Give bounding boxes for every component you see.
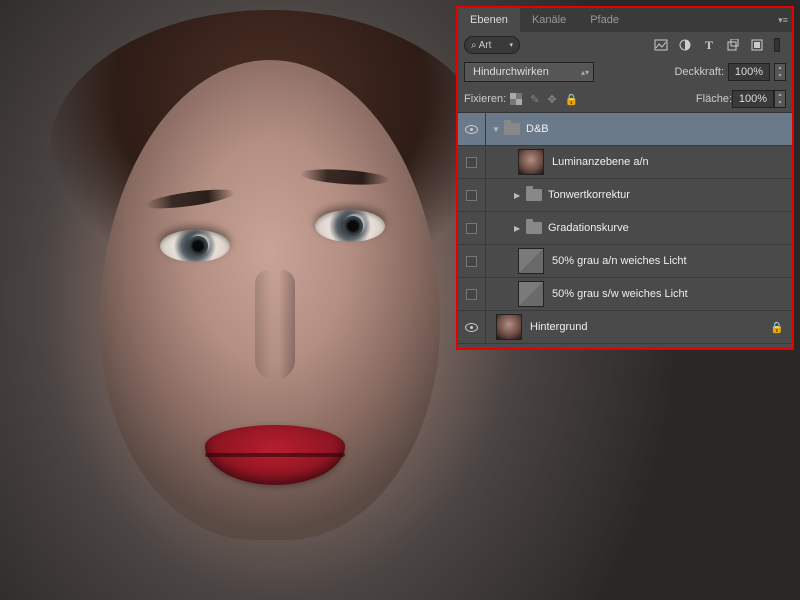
chevron-down-icon: ▾ <box>509 41 513 49</box>
layer-thumbnail[interactable] <box>518 248 544 274</box>
fill-label: Fläche: <box>696 93 732 105</box>
filter-type-text-icon[interactable]: T <box>702 38 716 52</box>
layer-row[interactable]: Hintergrund 🔒 <box>458 311 792 344</box>
blend-mode-value: Hindurchwirken <box>473 66 549 78</box>
tab-channels[interactable]: Kanäle <box>520 8 578 32</box>
visibility-checkbox <box>466 157 477 168</box>
search-icon: ⌕ <box>471 40 477 51</box>
tab-paths[interactable]: Pfade <box>578 8 631 32</box>
panel-tabs: Ebenen Kanäle Pfade ▾≡ <box>458 8 792 32</box>
layer-row[interactable]: ▶ Gradationskurve <box>458 212 792 245</box>
eye-icon <box>465 323 478 332</box>
filter-label: Art <box>479 40 492 51</box>
visibility-toggle[interactable] <box>458 146 486 178</box>
layer-name[interactable]: Hintergrund <box>530 321 587 333</box>
lock-label: Fixieren: <box>464 93 506 105</box>
tab-layers[interactable]: Ebenen <box>458 8 520 32</box>
disclosure-triangle-icon[interactable]: ▶ <box>514 191 522 200</box>
layer-name[interactable]: Tonwertkorrektur <box>548 189 630 201</box>
lock-pixels-icon[interactable]: ✎ <box>530 93 539 106</box>
layer-row[interactable]: ▼ D&B <box>458 113 792 146</box>
disclosure-triangle-icon[interactable]: ▶ <box>514 224 522 233</box>
blend-mode-dropdown[interactable]: Hindurchwirken ▴▾ <box>464 62 594 82</box>
opacity-label: Deckkraft: <box>674 66 724 78</box>
folder-icon <box>504 123 520 135</box>
layers-panel: Ebenen Kanäle Pfade ▾≡ ⌕ Art ▾ T Hindurc… <box>456 6 794 350</box>
folder-icon <box>526 222 542 234</box>
eye-icon <box>465 125 478 134</box>
portrait <box>60 40 480 580</box>
layer-name[interactable]: Luminanzebene a/n <box>552 156 649 168</box>
filter-type-icons: T <box>654 38 786 52</box>
filter-row: ⌕ Art ▾ T <box>458 32 792 58</box>
visibility-toggle[interactable] <box>458 113 486 145</box>
lock-position-icon[interactable]: ✥ <box>547 93 556 106</box>
fill-input[interactable]: 100% <box>732 90 774 108</box>
visibility-toggle[interactable] <box>458 311 486 343</box>
layer-name[interactable]: 50% grau a/n weiches Licht <box>552 255 687 267</box>
visibility-checkbox <box>466 289 477 300</box>
filter-adjust-icon[interactable] <box>678 38 692 52</box>
opacity-stepper[interactable]: ▴▾ <box>774 63 786 81</box>
layer-thumbnail[interactable] <box>496 314 522 340</box>
lock-row: Fixieren: ✎ ✥ 🔒 Fläche: 100% ▴▾ <box>458 86 792 113</box>
blend-row: Hindurchwirken ▴▾ Deckkraft: 100% ▴▾ <box>458 58 792 86</box>
lock-transparent-icon[interactable] <box>510 93 522 106</box>
fill-stepper[interactable]: ▴▾ <box>774 90 786 108</box>
folder-icon <box>526 189 542 201</box>
filter-smart-icon[interactable] <box>750 38 764 52</box>
visibility-toggle[interactable] <box>458 212 486 244</box>
layer-filter-dropdown[interactable]: ⌕ Art ▾ <box>464 36 520 54</box>
visibility-checkbox <box>466 190 477 201</box>
visibility-toggle[interactable] <box>458 179 486 211</box>
layers-list: ▼ D&B Luminanzebene a/n ▶ Tonwertkorrektur ▶ G… <box>458 113 792 344</box>
lock-icon: 🔒 <box>770 321 784 334</box>
layer-name[interactable]: Gradationskurve <box>548 222 629 234</box>
layer-name[interactable]: 50% grau s/w weiches Licht <box>552 288 688 300</box>
layer-row[interactable]: Luminanzebene a/n <box>458 146 792 179</box>
layer-name[interactable]: D&B <box>526 123 549 135</box>
filter-shape-icon[interactable] <box>726 38 740 52</box>
layer-row[interactable]: ▶ Tonwertkorrektur <box>458 179 792 212</box>
filter-pixel-icon[interactable] <box>654 38 668 52</box>
layer-row[interactable]: 50% grau a/n weiches Licht <box>458 245 792 278</box>
visibility-toggle[interactable] <box>458 245 486 277</box>
layer-row[interactable]: 50% grau s/w weiches Licht <box>458 278 792 311</box>
visibility-checkbox <box>466 256 477 267</box>
layer-thumbnail[interactable] <box>518 281 544 307</box>
disclosure-triangle-icon[interactable]: ▼ <box>492 125 500 134</box>
chevron-updown-icon: ▴▾ <box>581 68 589 77</box>
filter-toggle[interactable] <box>774 38 780 52</box>
lock-all-icon[interactable]: 🔒 <box>565 93 579 106</box>
panel-menu-icon[interactable]: ▾≡ <box>774 15 792 26</box>
visibility-checkbox <box>466 223 477 234</box>
visibility-toggle[interactable] <box>458 278 486 310</box>
layer-thumbnail[interactable] <box>518 149 544 175</box>
opacity-input[interactable]: 100% <box>728 63 770 81</box>
